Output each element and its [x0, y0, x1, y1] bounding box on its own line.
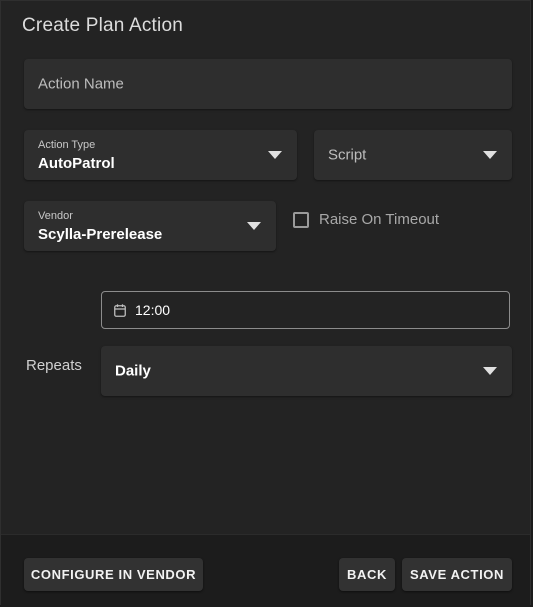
chevron-down-icon — [268, 151, 282, 159]
action-type-select[interactable]: Action Type AutoPatrol — [24, 130, 297, 180]
script-select[interactable]: Script — [314, 130, 512, 180]
time-input[interactable]: 12:00 — [101, 291, 510, 329]
vendor-value: Scylla-Prerelease — [38, 226, 163, 243]
chevron-down-icon — [483, 367, 497, 375]
time-value: 12:00 — [135, 302, 171, 318]
chevron-down-icon — [483, 151, 497, 159]
vendor-select[interactable]: Vendor Scylla-Prerelease — [24, 201, 276, 251]
chevron-down-icon — [247, 222, 261, 230]
dialog-footer: CONFIGURE IN VENDOR BACK SAVE ACTION — [1, 534, 530, 607]
configure-in-vendor-button[interactable]: CONFIGURE IN VENDOR — [24, 558, 203, 591]
raise-on-timeout-checkbox[interactable]: Raise On Timeout — [293, 211, 439, 228]
create-plan-action-dialog: Create Plan Action Action Name Action Ty… — [0, 0, 531, 607]
repeats-label: Repeats — [26, 357, 82, 374]
script-placeholder: Script — [328, 146, 367, 164]
back-button[interactable]: BACK — [339, 558, 395, 591]
action-name-placeholder: Action Name — [38, 75, 124, 93]
repeats-select[interactable]: Daily — [101, 346, 512, 396]
calendar-icon — [114, 304, 126, 322]
action-type-label: Action Type — [38, 139, 96, 151]
checkbox-icon[interactable] — [293, 211, 309, 228]
vendor-label: Vendor — [38, 210, 73, 222]
action-type-value: AutoPatrol — [38, 155, 115, 172]
dialog-title: Create Plan Action — [22, 15, 183, 36]
raise-on-timeout-label: Raise On Timeout — [319, 211, 440, 228]
save-action-button[interactable]: SAVE ACTION — [402, 558, 512, 591]
action-name-input[interactable]: Action Name — [24, 59, 512, 109]
repeats-value: Daily — [115, 362, 151, 380]
